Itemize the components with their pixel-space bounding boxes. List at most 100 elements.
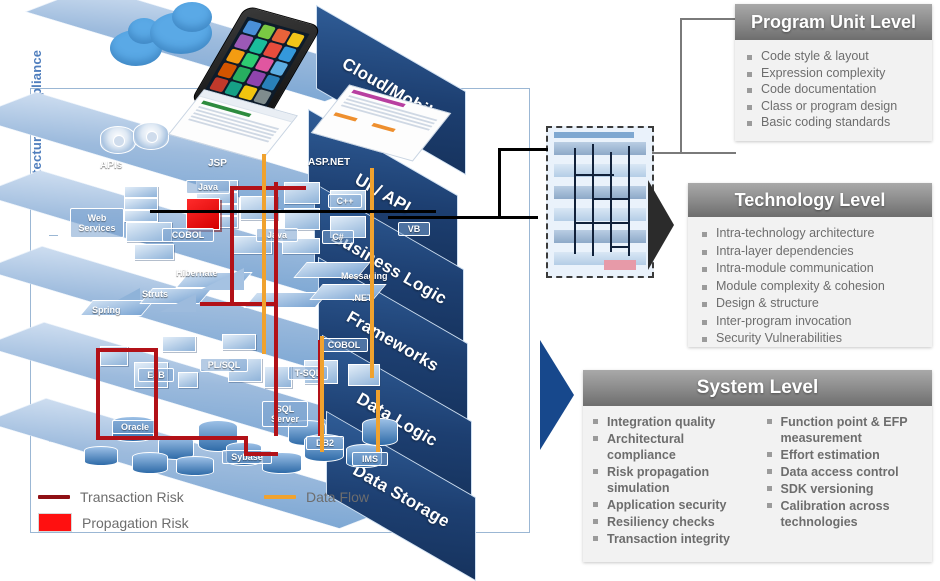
list-item: Code documentation (743, 81, 926, 98)
layer-detail-callout (546, 126, 654, 278)
transaction-risk-line (230, 186, 234, 306)
component-box (240, 196, 278, 220)
callout-wire (610, 152, 612, 252)
transaction-risk-line (244, 452, 278, 456)
callout-highlight-bar (604, 260, 636, 270)
tech-tag-cobol: COBOL (162, 228, 214, 242)
callout-wire (610, 246, 630, 248)
transaction-risk-line (274, 306, 278, 436)
list-item: Design & structure (698, 295, 926, 313)
tech-tag-struts: Struts (142, 289, 169, 299)
data-flow-line (320, 336, 324, 452)
callout-wire (628, 146, 630, 256)
transaction-risk-line (230, 186, 306, 190)
tech-tag-java: Java (186, 180, 230, 194)
tech-tag-oracle: Oracle (112, 420, 158, 434)
callout-layer (554, 208, 646, 221)
database-cylinder (132, 452, 168, 474)
database-cylinder (84, 446, 118, 466)
callout-layer (554, 230, 646, 243)
callout-wire (574, 222, 628, 224)
data-flow-line (370, 168, 374, 378)
list-item: Class or program design (743, 98, 926, 115)
tech-tag-spring: Spring (92, 305, 121, 315)
legend-label: Propagation Risk (82, 514, 189, 531)
list-item: Effort estimation (763, 447, 929, 463)
list-item: Risk propagation simulation (589, 464, 755, 496)
legend: Transaction Risk Propagation Risk Data F… (30, 487, 430, 535)
tech-tag-web-services: Web Services (70, 208, 124, 238)
component-box (162, 336, 196, 352)
list-item: Integration quality (589, 414, 755, 430)
panel-list: Intra-technology architecture Intra-laye… (688, 217, 932, 354)
tech-tag-sql-server: SQL Server (262, 401, 308, 427)
connector-program-unit-top (680, 18, 736, 20)
api-disc-icon (133, 122, 169, 150)
arrow-to-technology-level (648, 180, 674, 270)
list-item: Basic coding standards (743, 114, 926, 131)
panel-title: System Level (583, 370, 932, 406)
legend-swatch-line (38, 495, 70, 499)
tech-tag-messaging: Messaging (341, 271, 388, 281)
panel-list-right: Function point & EFP measurement Effort … (763, 414, 929, 548)
propagation-risk-cube (186, 198, 220, 230)
tech-tag-plsql: PL/SQL (200, 358, 248, 372)
panel-title: Technology Level (688, 183, 932, 217)
callout-wire (574, 148, 576, 254)
component-box (178, 372, 198, 388)
tech-tag-aspnet: ASP.NET (308, 157, 351, 168)
legend-item-propagation-risk: Propagation Risk (38, 513, 189, 532)
tech-tag-db2: DB2 (306, 436, 344, 450)
data-flow-line (262, 154, 266, 354)
tech-tag-csharp: C# (322, 230, 354, 244)
database-cylinder (362, 418, 398, 446)
screenshot-button (333, 112, 358, 122)
list-item: Intra-layer dependencies (698, 243, 926, 261)
tech-tag-hibernate: Hibernate (176, 268, 218, 278)
tech-tag-cpp: C++ (328, 194, 362, 208)
panel-columns: Integration quality Architectural compli… (583, 406, 932, 554)
list-item: Inter-program invocation (698, 313, 926, 331)
connector-callout-left-top (498, 148, 548, 151)
panel-title: Program Unit Level (735, 4, 932, 40)
tech-tag-vb: VB (398, 222, 430, 236)
inter-layer-wire (286, 210, 436, 213)
callout-layer (554, 142, 646, 155)
panel-list-left: Integration quality Architectural compli… (589, 414, 755, 548)
list-item: Data access control (763, 464, 929, 480)
component-box (124, 198, 158, 210)
list-item: Intra-module communication (698, 260, 926, 278)
api-disc-icon (100, 126, 136, 154)
legend-label: Data Flow (306, 489, 370, 505)
component-box (134, 244, 174, 260)
framework-wedge (118, 288, 140, 300)
screenshot-button (371, 123, 397, 133)
component-box (124, 186, 158, 198)
legend-swatch-box (38, 513, 72, 532)
callout-top-bar (554, 132, 634, 138)
list-item: Code style & layout (743, 48, 926, 65)
list-item: Module complexity & cohesion (698, 278, 926, 296)
arrow-to-system-level (540, 340, 574, 450)
component-box (348, 364, 380, 386)
list-item: Transaction integrity (589, 531, 755, 547)
transaction-risk-line (96, 436, 248, 440)
list-item: Intra-technology architecture (698, 225, 926, 243)
tech-tag-jsp: JSP (208, 158, 227, 169)
list-item: Expression complexity (743, 65, 926, 82)
connector-callout-left-riser (498, 148, 501, 219)
list-item: Calibration across technologies (763, 498, 929, 530)
list-item: Application security (589, 497, 755, 513)
list-item: Resiliency checks (589, 514, 755, 530)
transaction-risk-line (154, 348, 158, 438)
data-flow-line (376, 390, 380, 452)
cloud-icon (172, 2, 212, 32)
component-box (222, 334, 256, 350)
program-unit-level-panel: Program Unit Level Code style & layout E… (735, 4, 932, 141)
list-item: SDK versioning (763, 481, 929, 497)
connector-program-unit-riser (680, 18, 682, 154)
list-item: Security Vulnerabilities (698, 330, 926, 348)
connector-program-unit (652, 152, 736, 154)
axis-tick (49, 235, 58, 236)
transaction-risk-line (200, 302, 278, 306)
